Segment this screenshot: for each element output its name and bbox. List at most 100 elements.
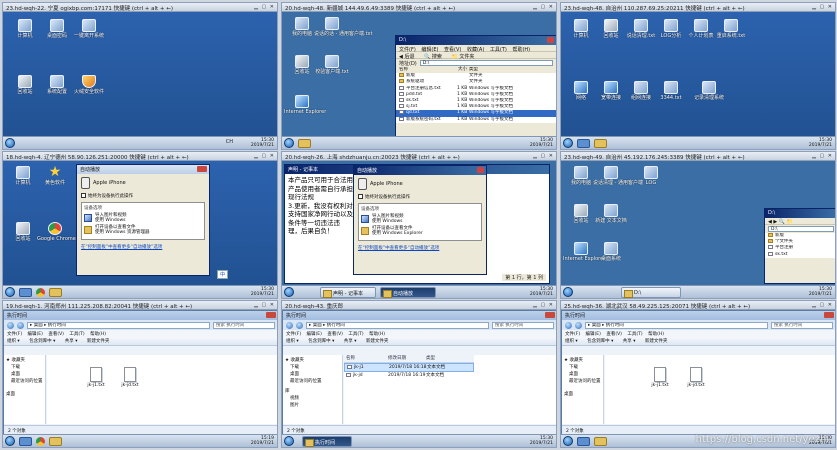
session-title-bar[interactable]: 23.hd-wqh-22. 宁夏 ogixbp.com:17171 快捷键 (c… [3,3,277,12]
desktop-icon[interactable]: 校验客户端.txt [314,55,350,75]
nav-item-downloads[interactable]: 下载 [285,364,340,371]
organize-button[interactable]: 组织 ▾ [565,339,578,344]
new-folder-button[interactable]: 新建文件夹 [366,339,389,344]
close-icon[interactable] [197,166,207,172]
desktop-icon[interactable]: 系统配置 [39,75,75,95]
desktop-icon[interactable]: ★ 黄色软件 [37,165,73,186]
desktop-icon[interactable]: 3344.txt [653,81,689,101]
nav-item-favorites[interactable]: ★ 收藏夹 [564,357,601,364]
nav-item-recent[interactable]: 最近访问的位置 [285,378,340,385]
session-title-bar[interactable]: 23.hd-wqh-49. 自治州 45.192.176.245:3389 快捷… [561,152,835,161]
nav-item-desktop-root[interactable]: 桌面 [6,391,43,398]
window-controls[interactable]: ▁ ▢ ✕ [533,302,554,308]
nav-item-desktop[interactable]: 桌面 [564,371,601,378]
import-option[interactable]: 导入图片和视频 使用 Windows [361,214,479,224]
menu-item-tools[interactable]: 工具(T) [348,332,363,337]
chrome-taskbar-icon[interactable] [36,437,45,446]
start-button[interactable] [5,138,15,148]
include-library-button[interactable]: 包含到库中 ▾ [29,339,55,344]
nav-item-recent[interactable]: 最近访问的位置 [6,378,43,385]
nav-item-desktop[interactable]: 桌面 [6,371,43,378]
chrome-taskbar-icon[interactable] [36,288,45,297]
close-icon[interactable] [266,312,276,318]
import-option[interactable]: 导入图片和视频 使用 Windows [84,213,202,223]
remote-session-pane[interactable]: 23.hd-wqh-48. 自治州 110.287.69.25:20211 快捷… [560,2,836,150]
remote-session-pane[interactable]: 20.hd-wqh-48. 新疆城 144.49.6.49:3389 快捷键 (… [281,2,557,150]
start-button[interactable] [284,436,294,446]
menu-item-file[interactable]: 文件(F) [565,332,580,337]
menu-item-tools[interactable]: 工具(T) [490,47,507,53]
explorer-window[interactable]: 执行时间 ▸ 桌面 ▸ 执行时间 搜索 执行时间 文件(F) 编辑(E) 查看(… [282,310,556,436]
system-clock[interactable]: 15:30 2019/7/21 [251,287,274,297]
desktop-icon[interactable]: 记录清理系统 [691,81,727,101]
menu-item-help[interactable]: 帮助(H) [512,47,530,53]
search-input[interactable]: 搜索 执行时间 [492,321,554,329]
window-controls[interactable]: ▁ ▢ ✕ [533,4,554,10]
new-folder-button[interactable]: 新建文件夹 [87,339,110,344]
window-controls[interactable]: ▁ ▢ ✕ [254,153,275,159]
close-icon[interactable] [547,37,554,43]
menu-item-view[interactable]: 查看(V) [606,332,622,337]
system-clock[interactable]: 15:30 2019/7/21 [530,138,553,148]
session-title-bar[interactable]: 23.hd-wqh-48. 自治州 110.287.69.25:20211 快捷… [561,3,835,12]
ie-taskbar-icon[interactable] [19,288,32,297]
remote-session-pane[interactable]: 25.hd-wqh-36. 湖北武汉 58.49.225.125:20071 快… [560,300,836,448]
share-button[interactable]: 共享 ▾ [623,339,636,344]
include-library-button[interactable]: 包含到库中 ▾ [308,339,334,344]
organize-button[interactable]: 组织 ▾ [286,339,299,344]
control-panel-link[interactable]: 在“控制面板”中查看更多“自动播放”选项 [354,243,486,253]
menu-item-edit[interactable]: 编辑(E) [307,332,322,337]
window-controls[interactable]: ▁ ▢ ✕ [812,153,833,159]
file-item[interactable]: jk-j1.txt [647,367,673,388]
nav-item-desktop[interactable]: 桌面 [285,371,340,378]
menu-item-file[interactable]: 文件(F) [286,332,301,337]
back-icon[interactable] [7,321,14,329]
address-input[interactable]: D:\ [419,60,553,66]
explorer-window[interactable]: D:\ 文件(F) 编辑(E) 查看(V) 收藏(A) 工具(T) 帮助(H) … [395,35,556,137]
include-library-button[interactable]: 包含到库中 ▾ [587,339,613,344]
close-icon[interactable] [477,167,484,173]
menu-item-view[interactable]: 查看(V) [48,332,64,337]
nav-item-recent[interactable]: 最近访问的位置 [564,378,601,385]
back-icon[interactable] [286,321,293,329]
taskbar-task-active[interactable]: 执行时间 [302,436,352,447]
session-title-bar[interactable]: 20.hd-wqh-26. 上海 shdzhuanju.cn:20023 快捷键… [282,152,556,161]
start-button[interactable] [284,138,294,148]
session-title-bar[interactable]: 19.hd-wqh-1. 河南郑州 111.225.208.82:20041 快… [3,301,277,310]
menu-item-edit[interactable]: 编辑(E) [28,332,43,337]
desktop-icon[interactable]: 回收站 [7,75,43,95]
ie-taskbar-icon[interactable] [577,437,590,446]
desktop-icon[interactable]: 说话的话 - 通用客户端.txt [314,17,372,37]
menu-item-tools[interactable]: 工具(T) [627,332,642,337]
menu-item-help[interactable]: 帮助(H) [648,332,664,337]
desktop-icon[interactable]: 一键离开系统 [71,19,107,39]
control-panel-link[interactable]: 在“控制面板”中查看更多“自动播放”选项 [77,242,209,252]
explorer-taskbar-icon[interactable] [594,437,607,446]
desktop-icon[interactable]: 计算机 [7,19,43,39]
session-title-bar[interactable]: 18.hd-wqh-4. 辽宁德州 58.90.126.251:20000 快捷… [3,152,277,161]
menu-item-help[interactable]: 帮助(H) [369,332,385,337]
nav-item-pictures[interactable]: 图片 [285,402,340,409]
nav-item-libraries[interactable]: 库 [285,388,340,395]
system-clock[interactable]: 15:30 2019/7/21 [530,436,553,446]
explorer-taskbar-icon[interactable] [49,288,62,297]
desktop-icon[interactable]: 说话清理 - 通用客户端 [593,166,643,186]
list-item[interactable]: sk.txt [765,251,835,258]
start-button[interactable] [5,287,15,297]
system-clock[interactable]: 15:30 2019/7/21 [809,138,832,148]
desktop-icon[interactable]: 新建 文本文档 [593,204,629,224]
list-item[interactable]: 新版系统密码.txt 1 KB Windows 写字板文档 [396,116,556,123]
explorer-window[interactable]: 执行时间 ▸ 桌面 ▸ 执行时间 搜索 执行时间 文件(F) 编辑(E) 查看(… [3,310,277,436]
new-folder-button[interactable]: 新建文件夹 [645,339,668,344]
menu-item-view[interactable]: 查看(V) [327,332,343,337]
explorer-taskbar-icon[interactable] [49,437,62,446]
ie-taskbar-icon[interactable] [577,139,590,148]
nav-item-favorites[interactable]: ★ 收藏夹 [6,357,43,364]
window-controls[interactable]: ▁ ▢ ✕ [254,302,275,308]
remote-session-pane[interactable]: 23.hd-wqh-49. 自治州 45.192.176.245:3389 快捷… [560,151,836,299]
open-device-option[interactable]: 打开设备以查看文件 使用 Windows Explorer [361,226,479,236]
nav-item-desktop-root[interactable]: 桌面 [564,391,601,398]
table-row[interactable]: jk-j1 2019/7/18 16:18 文本文档 [344,363,474,372]
system-clock[interactable]: 15:30 2019/7/21 [251,138,274,148]
taskbar-task[interactable]: 声明 - 记事本 [320,287,376,298]
